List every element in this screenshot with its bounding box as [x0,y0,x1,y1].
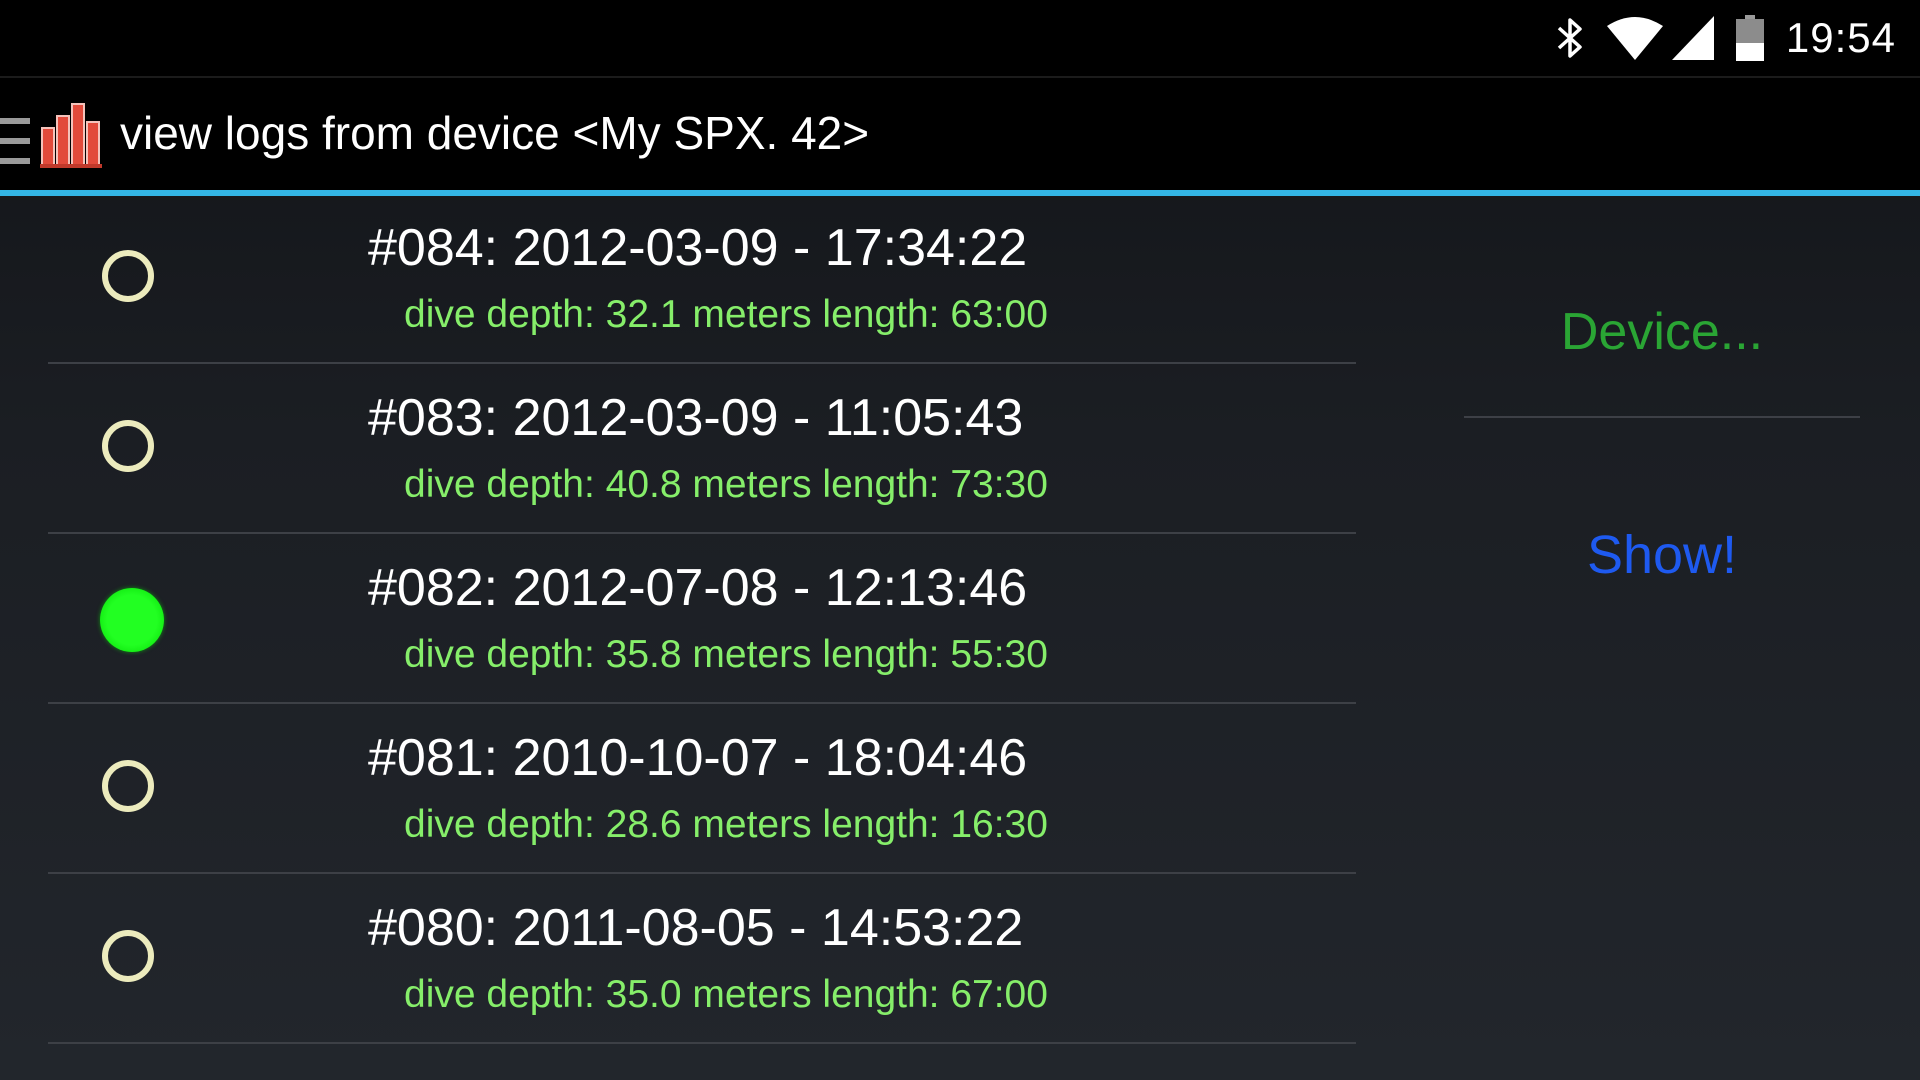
log-radio-082-selected[interactable] [100,588,164,652]
status-bar: 19:54 [0,0,1920,76]
log-row-082[interactable]: #082: 2012-07-08 - 12:13:46 dive depth: … [48,534,1356,704]
log-radio-084[interactable] [102,250,154,302]
log-detail: dive depth: 32.1 meters length: 63:00 [404,293,1048,336]
clock: 19:54 [1785,14,1896,61]
log-detail: dive depth: 28.6 meters length: 16:30 [404,803,1048,846]
log-radio-080[interactable] [102,930,154,982]
log-title: #083: 2012-03-09 - 11:05:43 [368,389,1024,447]
log-title: #080: 2011-08-05 - 14:53:22 [368,899,1024,957]
log-detail: dive depth: 40.8 meters length: 73:30 [404,463,1048,506]
cell-signal-icon [1671,16,1714,60]
device-button[interactable]: Device... [1464,302,1860,362]
dive-log-list: #084: 2012-03-09 - 17:34:22 dive depth: … [48,194,1356,1044]
log-radio-081[interactable] [102,760,154,812]
log-radio-083[interactable] [102,420,154,472]
log-row-080[interactable]: #080: 2011-08-05 - 14:53:22 dive depth: … [48,874,1356,1044]
log-title: #084: 2012-03-09 - 17:34:22 [368,219,1028,277]
show-button[interactable]: Show! [1464,524,1860,586]
action-bar: view logs from device <My SPX. 42> [0,76,1920,196]
battery-icon [1735,15,1764,61]
log-title: #081: 2010-10-07 - 18:04:46 [368,729,1028,787]
log-row-083[interactable]: #083: 2012-03-09 - 11:05:43 dive depth: … [48,364,1356,534]
wifi-icon [1606,16,1664,60]
side-divider [1464,416,1860,418]
page-title: view logs from device <My SPX. 42> [120,107,870,159]
drawer-menu-icon[interactable] [0,118,30,164]
bar-chart-icon[interactable] [40,102,106,168]
app-screen: 19:54 view logs from device <My SPX. 42>… [0,0,1920,1080]
log-detail: dive depth: 35.8 meters length: 55:30 [404,633,1048,676]
log-detail: dive depth: 35.0 meters length: 67:00 [404,973,1048,1016]
log-row-084[interactable]: #084: 2012-03-09 - 17:34:22 dive depth: … [48,194,1356,364]
bluetooth-icon [1556,16,1584,60]
status-icons: 19:54 [1556,0,1896,76]
log-title: #082: 2012-07-08 - 12:13:46 [368,559,1028,617]
log-row-081[interactable]: #081: 2010-10-07 - 18:04:46 dive depth: … [48,704,1356,874]
